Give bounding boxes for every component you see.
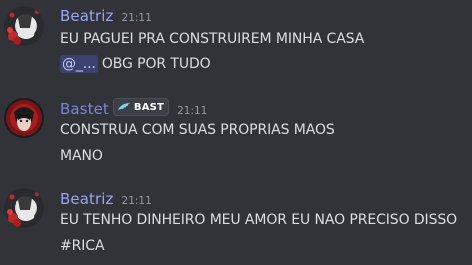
wing-icon bbox=[117, 103, 130, 110]
avatar-image bbox=[4, 6, 44, 46]
message-header: Beatriz 21:11 bbox=[60, 190, 152, 208]
user-mention[interactable]: @_... bbox=[60, 55, 98, 73]
message-text: CONSTRUA COM SUAS PROPRIAS MAOS bbox=[60, 122, 335, 138]
chat-message-list: Beatriz 21:11 EU PAGUEI PRA CONSTRUIREM … bbox=[0, 0, 472, 265]
message-header: Bastet BAST 21:11 bbox=[60, 98, 207, 118]
username[interactable]: Beatriz bbox=[60, 190, 114, 208]
avatar[interactable] bbox=[4, 98, 44, 138]
avatar-image bbox=[4, 98, 44, 138]
username[interactable]: Bastet bbox=[60, 100, 109, 118]
guild-tag[interactable]: BAST bbox=[112, 98, 170, 116]
message-text: @_... OBG POR TUDO bbox=[60, 55, 211, 73]
message-text: MANO bbox=[60, 148, 103, 164]
message-text: #RICA bbox=[60, 238, 105, 254]
username[interactable]: Beatriz bbox=[60, 7, 114, 25]
message-header: Beatriz 21:11 bbox=[60, 7, 152, 25]
timestamp[interactable]: 21:11 bbox=[122, 12, 152, 24]
message-text: EU PAGUEI PRA CONSTRUIREM MINHA CASA bbox=[60, 31, 365, 47]
message-text: EU TENHO DINHEIRO MEU AMOR EU NAO PRECIS… bbox=[60, 212, 458, 228]
guild-tag-label: BAST bbox=[133, 101, 165, 113]
avatar[interactable] bbox=[4, 188, 44, 228]
avatar-image bbox=[4, 188, 44, 228]
message-text-content: OBG POR TUDO bbox=[101, 56, 211, 72]
timestamp[interactable]: 21:11 bbox=[177, 105, 207, 117]
timestamp[interactable]: 21:11 bbox=[122, 195, 152, 207]
avatar[interactable] bbox=[4, 6, 44, 46]
